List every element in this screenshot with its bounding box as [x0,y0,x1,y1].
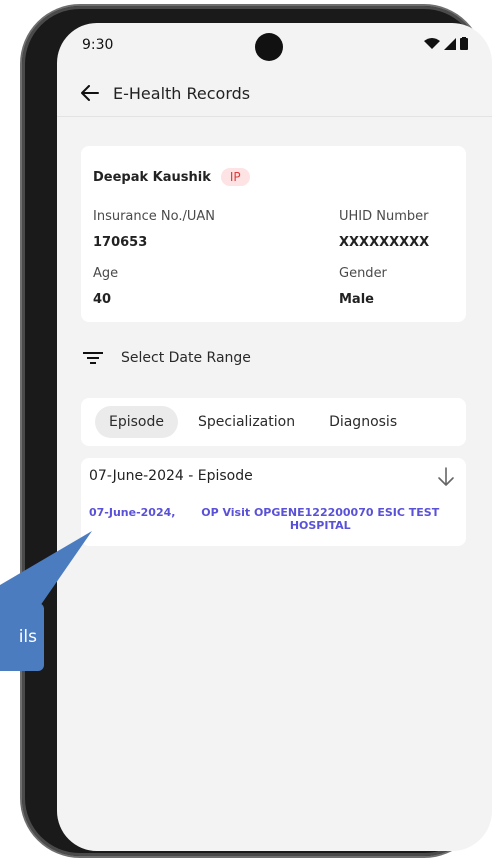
callout-text: ils [18,627,37,647]
tab-bar: Episode Specialization Diagnosis [81,398,466,446]
screen: 9:30 E-Health Records Deepak Kaushik IP … [57,23,492,851]
uhid-label: UHID Number [339,209,429,224]
callout-box: ils [0,603,44,671]
download-arrow-icon[interactable] [436,466,456,488]
visit-link[interactable]: 07-June-2024, OP Visit OPGENE122200070 E… [89,506,459,532]
insurance-value: 170653 [93,235,148,250]
age-label: Age [93,266,119,281]
uhid-value: XXXXXXXXX [339,235,430,250]
insurance-label: Insurance No./UAN [93,209,216,224]
date-range-filter[interactable]: Select Date Range [83,350,251,366]
episode-card[interactable]: 07-June-2024 - Episode 07-June-2024, OP … [81,458,466,546]
visit-description: OP Visit OPGENE122200070 ESIC TEST HOSPI… [201,506,440,532]
patient-name-row: Deepak Kaushik IP [93,168,250,186]
gender-label: Gender [339,266,387,281]
episode-title: 07-June-2024 - Episode [89,468,253,484]
status-icons [424,37,468,50]
phone-frame: 9:30 E-Health Records Deepak Kaushik IP … [22,6,492,856]
battery-icon [460,37,468,50]
gender-value: Male [339,292,374,307]
tab-specialization[interactable]: Specialization [184,406,309,438]
camera-cutout [255,33,283,61]
page-title: E-Health Records [113,83,251,103]
age-value: 40 [93,292,112,307]
patient-name: Deepak Kaushik [93,169,211,185]
visit-date: 07-June-2024, [89,506,176,519]
patient-card: Deepak Kaushik IP Insurance No./UAN 1706… [81,146,466,322]
back-arrow-icon[interactable] [79,82,101,104]
header-divider [57,116,492,117]
filter-icon [83,352,103,364]
app-header: E-Health Records [57,71,492,115]
signal-icon [444,37,456,50]
tab-diagnosis[interactable]: Diagnosis [315,406,411,438]
wifi-icon [424,37,440,49]
status-time: 9:30 [82,37,114,53]
status-badge: IP [220,168,250,186]
tab-episode[interactable]: Episode [95,406,178,438]
date-range-label: Select Date Range [121,350,251,366]
